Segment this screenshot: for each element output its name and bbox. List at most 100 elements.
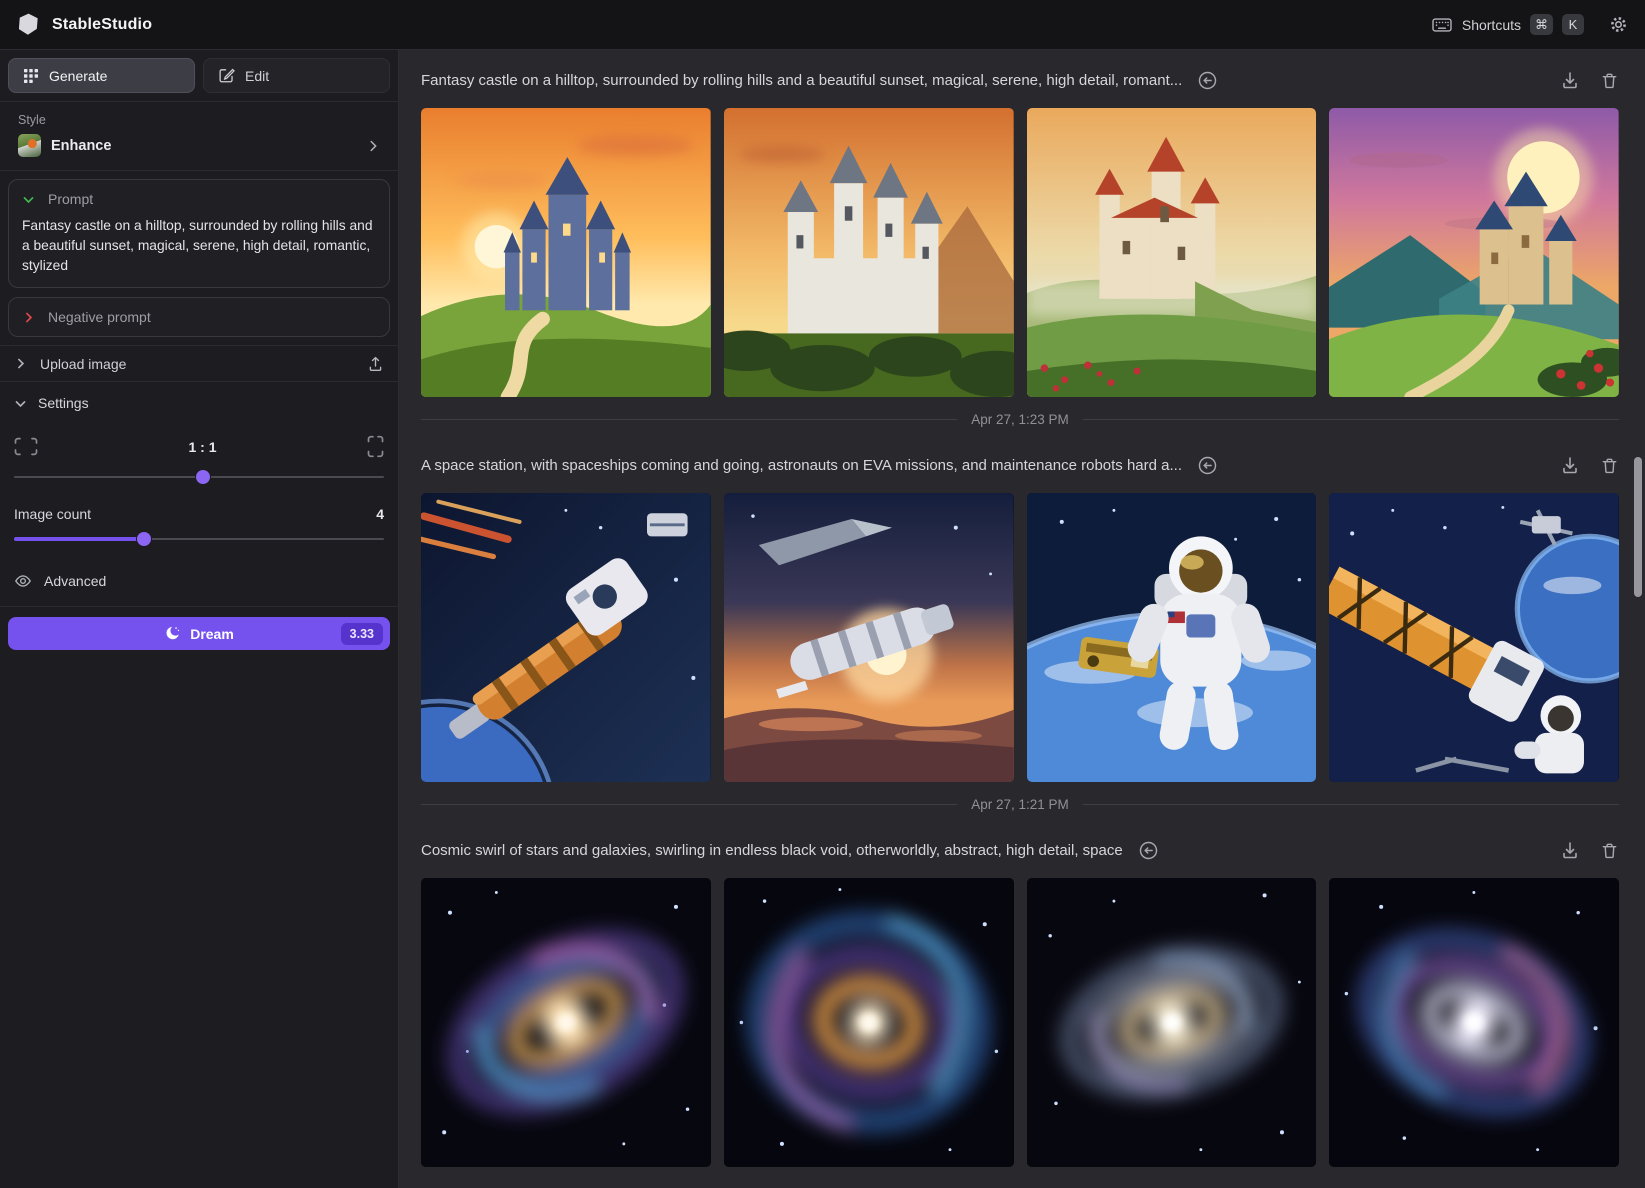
generation-group: A space station, with spaceships coming …: [421, 443, 1619, 813]
negative-prompt-toggle[interactable]: Negative prompt: [22, 309, 376, 325]
trash-icon: [1600, 71, 1619, 90]
generated-image[interactable]: [1027, 493, 1317, 782]
shortcuts-button[interactable]: Shortcuts ⌘ K: [1431, 14, 1584, 36]
settings-section: Settings 1 : 1: [0, 382, 398, 606]
generated-image[interactable]: [421, 878, 711, 1167]
generated-image[interactable]: [1027, 878, 1317, 1167]
image-count-slider[interactable]: [14, 532, 384, 546]
generated-image[interactable]: [1027, 108, 1317, 397]
prompt-label: Prompt: [48, 191, 93, 207]
prompt-input[interactable]: Fantasy castle on a hilltop, surrounded …: [22, 216, 376, 276]
download-button[interactable]: [1560, 455, 1580, 475]
download-button[interactable]: [1560, 70, 1580, 90]
generated-image[interactable]: [421, 493, 711, 782]
tab-edit[interactable]: Edit: [203, 58, 390, 93]
chevron-down-green-icon: [22, 193, 35, 206]
download-icon: [1560, 455, 1580, 475]
style-thumbnail: [18, 134, 41, 157]
trash-icon: [1600, 841, 1619, 860]
style-selector[interactable]: Enhance: [18, 134, 380, 157]
timestamp-divider: Apr 27, 1:23 PM: [421, 410, 1619, 428]
arrow-left-circle-icon: [1138, 840, 1159, 861]
generations-feed: Fantasy castle on a hilltop, surrounded …: [399, 50, 1645, 1188]
generated-image[interactable]: [1329, 108, 1619, 397]
group-prompt-text: Cosmic swirl of stars and galaxies, swir…: [421, 842, 1123, 859]
negative-prompt-box: Negative prompt: [8, 297, 390, 337]
dream-label: Dream: [190, 626, 234, 642]
reuse-prompt-button[interactable]: [1197, 70, 1218, 91]
negative-prompt-label: Negative prompt: [48, 309, 151, 325]
advanced-label: Advanced: [44, 573, 106, 589]
chevron-down-icon: [14, 397, 27, 410]
reuse-prompt-button[interactable]: [1138, 840, 1159, 861]
generated-image[interactable]: [1329, 493, 1619, 782]
edit-pencil-icon: [218, 67, 235, 84]
group-prompt-text: A space station, with spaceships coming …: [421, 457, 1182, 474]
upload-image-label: Upload image: [40, 356, 126, 372]
app-title: StableStudio: [52, 16, 152, 34]
delete-button[interactable]: [1600, 841, 1619, 860]
generation-timestamp: Apr 27, 1:21 PM: [971, 797, 1069, 812]
trash-icon: [1600, 456, 1619, 475]
generated-image[interactable]: [724, 878, 1014, 1167]
gear-icon: [1608, 14, 1629, 35]
prompt-boxes: Prompt Fantasy castle on a hilltop, surr…: [0, 171, 398, 345]
download-icon: [1560, 840, 1580, 860]
sidebar: Generate Edit Style Enhance: [0, 50, 399, 1188]
image-count-value: 4: [376, 506, 384, 522]
style-label: Style: [18, 113, 380, 127]
moon-sparkle-icon: [164, 625, 181, 642]
cmd-key-badge: ⌘: [1530, 14, 1553, 35]
top-bar: StableStudio Shortcuts ⌘ K: [0, 0, 1645, 50]
shortcuts-label: Shortcuts: [1462, 17, 1521, 33]
tab-generate[interactable]: Generate: [8, 58, 195, 93]
image-count-slider-thumb[interactable]: [137, 532, 151, 546]
keyboard-icon: [1431, 14, 1453, 36]
dream-button[interactable]: Dream 3.33: [8, 617, 390, 650]
generated-image[interactable]: [724, 493, 1014, 782]
dream-credits-badge: 3.33: [341, 623, 383, 645]
chevron-right-icon: [14, 357, 27, 370]
arrow-left-circle-icon: [1197, 70, 1218, 91]
grid-icon: [23, 68, 39, 84]
advanced-toggle[interactable]: Advanced: [14, 572, 384, 606]
generated-image[interactable]: [724, 108, 1014, 397]
delete-button[interactable]: [1600, 71, 1619, 90]
tab-generate-label: Generate: [49, 68, 107, 84]
portrait-frame-icon: [367, 435, 384, 458]
generated-image[interactable]: [421, 108, 711, 397]
vertical-scrollbar-thumb[interactable]: [1634, 457, 1642, 597]
settings-toggle[interactable]: Settings: [14, 395, 384, 411]
reuse-prompt-button[interactable]: [1197, 455, 1218, 476]
upload-icon[interactable]: [367, 355, 384, 372]
aspect-ratio-control: 1 : 1: [14, 435, 384, 484]
upload-image-row[interactable]: Upload image: [0, 345, 398, 382]
chevron-right-icon: [366, 139, 380, 153]
generation-group: Cosmic swirl of stars and galaxies, swir…: [421, 828, 1619, 1167]
brand: StableStudio: [16, 12, 152, 37]
image-count-control: Image count 4: [14, 506, 384, 546]
group-prompt-text: Fantasy castle on a hilltop, surrounded …: [421, 72, 1182, 89]
generation-timestamp: Apr 27, 1:23 PM: [971, 412, 1069, 427]
chevron-right-red-icon: [22, 311, 35, 324]
stablestudio-app: StableStudio Shortcuts ⌘ K: [0, 0, 1645, 1188]
download-icon: [1560, 70, 1580, 90]
arrow-left-circle-icon: [1197, 455, 1218, 476]
style-value: Enhance: [51, 138, 111, 154]
k-key-badge: K: [1562, 14, 1584, 35]
delete-button[interactable]: [1600, 456, 1619, 475]
image-count-label: Image count: [14, 506, 91, 522]
landscape-frame-icon: [14, 437, 38, 456]
prompt-box: Prompt Fantasy castle on a hilltop, surr…: [8, 179, 390, 288]
download-button[interactable]: [1560, 840, 1580, 860]
aspect-ratio-slider-thumb[interactable]: [196, 470, 210, 484]
generated-image[interactable]: [1329, 878, 1619, 1167]
timestamp-divider: Apr 27, 1:21 PM: [421, 795, 1619, 813]
style-section: Style Enhance: [0, 102, 398, 171]
generation-group: Fantasy castle on a hilltop, surrounded …: [421, 58, 1619, 428]
tab-edit-label: Edit: [245, 68, 269, 84]
aspect-ratio-slider[interactable]: [14, 470, 384, 484]
mode-tabs: Generate Edit: [0, 50, 398, 102]
settings-gear-button[interactable]: [1608, 14, 1629, 35]
prompt-toggle[interactable]: Prompt: [22, 191, 376, 207]
